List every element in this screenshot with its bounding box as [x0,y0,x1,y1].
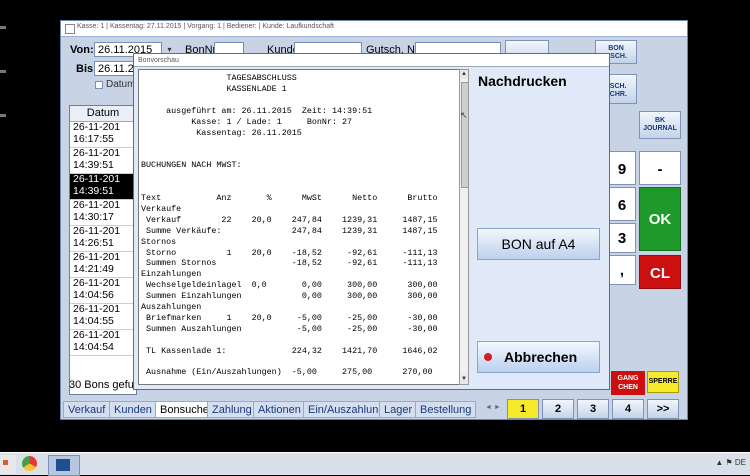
desktop-left [0,0,60,452]
list-item-time: 14:04:54 [73,340,114,353]
list-item[interactable]: 26-11-201 14:39:51 [70,174,136,200]
list-item-date: 26-11-201 [73,174,121,185]
cancel-icon [484,353,492,361]
page-button-3[interactable]: 3 [577,399,609,419]
tab-bonsuche[interactable]: Bonsuche [155,401,214,418]
von-label: Von: [70,44,94,56]
list-item-date: 26-11-201 [73,278,121,289]
page-button-5[interactable]: >> [647,399,679,419]
list-item-time: 14:21:49 [73,262,114,275]
list-item-date: 26-11-201 [73,122,121,133]
tab-aktionen[interactable]: Aktionen [253,401,306,418]
abbrechen-label: Abbrechen [504,349,578,365]
datum-checkbox[interactable] [95,81,103,89]
bon-a4-button[interactable]: BON auf A4 [477,228,600,260]
app-icon [65,24,75,34]
list-item-date: 26-11-201 [73,148,121,159]
system-tray: ▲ ⚑ DE [715,458,746,467]
mouse-cursor-icon: ↖ [460,110,468,120]
list-item-time: 14:04:55 [73,314,114,327]
tray-arrow-icon[interactable]: ▲ [715,458,723,467]
list-item-date: 26-11-201 [73,200,121,211]
key-6[interactable]: 6 [608,187,636,221]
receipt-preview: TAGESABSCHLUSS KASSENLADE 1 ausgeführt a… [138,69,460,385]
chrome-icon [22,456,37,471]
list-item-time: 16:17:55 [73,132,114,145]
bon-list: Datum 26-11-201 16:17:55 26-11-201 14:39:51… [69,105,137,395]
window-title: Kasse: 1 | Kassentag: 27.11.2015 | Vorga… [77,23,334,30]
tab-kunden[interactable]: Kunden [109,401,157,418]
windows-logo-icon [3,460,8,465]
bis-date-field[interactable]: 26.11.201 [94,61,138,76]
list-item[interactable]: 26-11-201 14:04:55 [70,304,136,330]
scroll-down-icon[interactable]: ▼ [460,375,468,384]
desktop-icon-fragment [0,26,6,29]
list-item[interactable]: 26-11-201 14:39:51 [70,148,136,174]
list-header-datum[interactable]: Datum [70,106,136,122]
tab-bestellung[interactable]: Bestellung [415,401,477,418]
list-item[interactable]: 26-11-201 14:04:56 [70,278,136,304]
desktop-icon-fragment [0,70,6,73]
tab-einauszahlung[interactable]: Ein/Auszahlung [303,401,390,418]
list-item-time: 14:04:56 [73,288,114,301]
vorgang-button[interactable]: GANG CHEN [611,371,645,395]
page-button-1[interactable]: 1 [507,399,539,419]
list-item-time: 14:30:17 [73,210,114,223]
main-tabs: Verkauf Kunden Bonsuche Zahlung Aktionen Ein/… [63,401,503,418]
cl-button[interactable]: CL [639,255,681,289]
list-item-date: 26-11-201 [73,304,121,315]
list-item-date: 26-11-201 [73,226,121,237]
tab-zahlung[interactable]: Zahlung [207,401,257,418]
language-indicator[interactable]: DE [735,458,746,467]
start-button[interactable] [0,455,16,474]
scroll-up-icon[interactable]: ▲ [460,70,468,79]
page-buttons: 1 2 3 4 >> [507,399,683,419]
taskbar-app-1[interactable] [18,455,42,474]
ok-button[interactable]: OK [639,187,681,251]
key-9[interactable]: 9 [608,151,636,185]
key-3[interactable]: 3 [608,223,636,253]
receipt-text: TAGESABSCHLUSS KASSENLADE 1 ausgeführt a… [141,73,438,378]
list-item[interactable]: 26-11-201 16:17:55 [70,122,136,148]
list-item[interactable]: 26-11-201 14:21:49 [70,252,136,278]
taskbar-app-2[interactable] [48,455,80,476]
key-comma[interactable]: , [608,255,636,285]
tray-flag-icon[interactable]: ⚑ [725,458,732,467]
bk-journal-label: BK JOURNAL [643,117,677,132]
abbrechen-button[interactable]: Abbrechen [477,341,600,373]
list-item[interactable]: 26-11-201 14:26:51 [70,226,136,252]
window-titlebar: Kasse: 1 | Kassentag: 27.11.2015 | Vorga… [61,21,687,37]
tab-lager[interactable]: Lager [379,401,418,418]
list-item-time: 14:26:51 [73,236,114,249]
page-button-2[interactable]: 2 [542,399,574,419]
list-item-time: 14:39:51 [73,158,114,171]
list-item-date: 26-11-201 [73,330,121,341]
key-minus[interactable]: - [639,151,681,185]
bon-preview-dialog: Bonvorschau TAGESABSCHLUSS KASSENLADE 1 … [133,53,610,390]
bk-journal-button[interactable]: BK JOURNAL [639,111,681,139]
list-item-time: 14:39:51 [73,184,114,197]
taskbar: ▲ ⚑ DE [0,452,750,476]
list-item[interactable]: 26-11-201 14:04:54 [70,330,136,356]
list-rows: 26-11-201 16:17:55 26-11-201 14:39:51 26-11-… [70,122,136,356]
sperre-button[interactable]: SPERRE [647,371,679,393]
tab-verkauf[interactable]: Verkauf [63,401,111,418]
list-item[interactable]: 26-11-201 14:30:17 [70,200,136,226]
pos-app-icon [56,459,70,471]
nachdrucken-button[interactable]: Nachdrucken [472,66,606,106]
desktop-icon-fragment [0,114,6,117]
scroll-thumb[interactable] [461,82,469,188]
page-button-4[interactable]: 4 [612,399,644,419]
list-item-date: 26-11-201 [73,252,121,263]
tab-scroll-arrows[interactable]: ◄ ► [485,404,501,411]
